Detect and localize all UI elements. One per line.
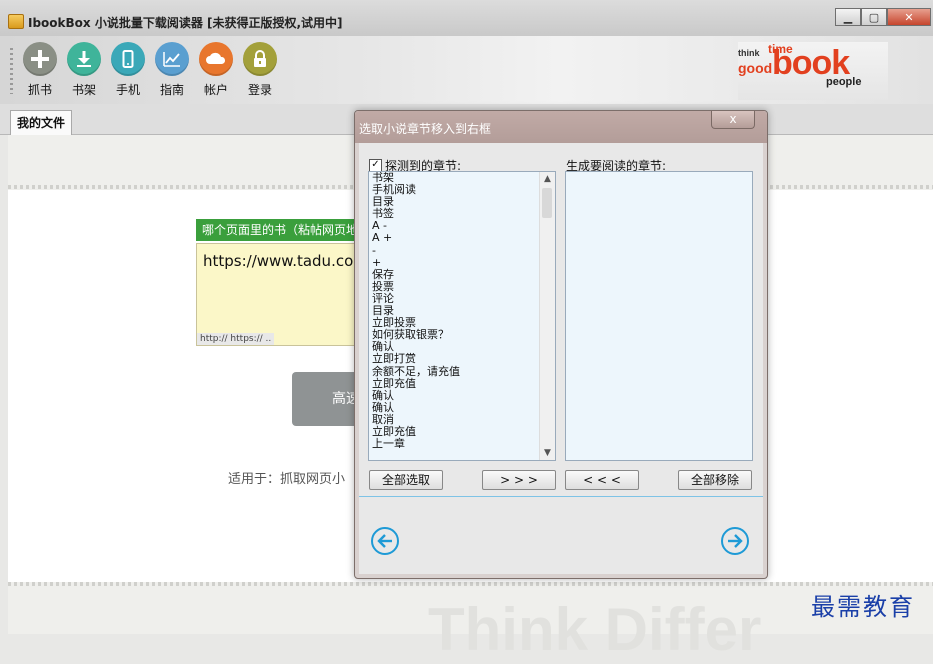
account-button[interactable]: 帐户 xyxy=(196,42,236,98)
cloud-icon xyxy=(199,42,233,76)
minimize-button[interactable]: ▁ xyxy=(835,8,861,26)
app-box-icon xyxy=(8,14,24,29)
chapter-list-item[interactable]: 评论 xyxy=(372,292,555,305)
book-word-cloud-logo: time good think book people xyxy=(738,42,888,100)
move-left-button[interactable]: < < < xyxy=(565,470,639,490)
chapter-list-item[interactable]: 书签 xyxy=(372,208,555,220)
detected-chapters-list[interactable]: 书架 手机阅读 目录 书签 A -A + - + 保存 投票 评论 目录 立即投票 如何获取银票？ 确认立… xyxy=(368,171,556,461)
chapter-list-item[interactable]: 确认 xyxy=(372,401,555,414)
chapter-list-item[interactable]: 如何获取银票？ xyxy=(372,329,555,341)
chapter-list-item[interactable]: 手机阅读 xyxy=(372,183,555,196)
next-arrow-icon[interactable] xyxy=(721,527,749,555)
dotted-divider xyxy=(8,582,933,586)
chapter-list-item[interactable]: 余额不足，请充值 xyxy=(372,365,555,378)
chapter-select-dialog: 选取小说章节移入到右框 x ✓ 探测到的章节: 生成要阅读的章节: 书架 手机阅读… xyxy=(354,110,768,579)
chapter-list-item[interactable]: 目录 xyxy=(372,196,555,208)
dialog-body: ✓ 探测到的章节: 生成要阅读的章节: 书架 手机阅读 目录 书签 A -A + - + 保存… xyxy=(359,143,763,574)
login-button[interactable]: 登录 xyxy=(240,42,280,98)
toolbar-label: 指南 xyxy=(159,83,184,97)
scroll-up-icon[interactable]: ▲ xyxy=(540,172,555,186)
chapter-list-item[interactable]: 立即充值 xyxy=(372,377,555,390)
dialog-title-bar: 选取小说章节移入到右框 x xyxy=(355,111,767,143)
scroll-thumb[interactable] xyxy=(542,188,552,218)
dialog-close-button[interactable]: x xyxy=(711,111,755,129)
chapter-list-item[interactable]: 投票 xyxy=(372,280,555,293)
target-chapters-list[interactable] xyxy=(565,171,753,461)
chapter-list-item[interactable]: A + xyxy=(372,232,555,244)
toolbar-label: 登录 xyxy=(247,83,272,97)
select-all-button[interactable]: 全部选取 xyxy=(369,470,443,490)
chapter-list-item[interactable]: 保存 xyxy=(372,268,555,281)
guide-button[interactable]: 指南 xyxy=(152,42,192,98)
toolbar-label: 抓书 xyxy=(27,83,52,97)
toolbar-label: 书架 xyxy=(71,83,96,97)
brand-watermark: 最需教育 xyxy=(811,593,915,621)
toolbar-label: 手机 xyxy=(115,83,140,97)
scroll-down-icon[interactable]: ▼ xyxy=(540,446,555,460)
grab-book-button[interactable]: 抓书 xyxy=(20,42,60,98)
tab-my-files[interactable]: 我的文件 xyxy=(10,110,73,135)
back-arrow-icon[interactable] xyxy=(371,527,399,555)
chapter-list-item[interactable]: + xyxy=(372,256,555,269)
phone-button[interactable]: 手机 xyxy=(108,42,148,98)
toolbar-grip xyxy=(10,48,13,94)
chapter-list: 书架 手机阅读 目录 书签 A -A + - + 保存 投票 评论 目录 立即投票 如何获取银票？ 确认立… xyxy=(369,172,555,450)
dialog-title: 选取小说章节移入到右框 xyxy=(359,122,492,136)
url-label: 哪个页面里的书（粘帖网页地址 xyxy=(196,219,372,241)
bookshelf-button[interactable]: 书架 xyxy=(64,42,104,98)
maximize-button[interactable]: ▢ xyxy=(861,8,887,26)
url-input[interactable]: https://www.tadu.com/ http:// https:// .… xyxy=(196,243,373,346)
chapter-list-item[interactable]: 立即打赏 xyxy=(372,353,555,365)
plus-icon xyxy=(23,42,57,76)
chart-icon xyxy=(155,42,189,76)
applies-text: 适用于：抓取网页小 xyxy=(228,472,346,487)
remove-all-button[interactable]: 全部移除 xyxy=(678,470,752,490)
lock-icon xyxy=(243,42,277,76)
url-value: https://www.tadu.com/ xyxy=(203,252,373,270)
watermark-text: Think Differ xyxy=(428,596,762,663)
dialog-divider xyxy=(359,496,763,497)
scrollbar[interactable]: ▲ ▼ xyxy=(539,172,555,460)
chapter-list-item[interactable]: - xyxy=(372,244,555,257)
phone-icon xyxy=(111,42,145,76)
download-icon xyxy=(67,42,101,76)
chapter-list-item[interactable]: 上一章 xyxy=(372,437,555,450)
title-bar: IbookBox 小说批量下载阅读器 [未获得正版授权,试用中] ▁ ▢ ✕ xyxy=(0,0,933,36)
toolbar-label: 帐户 xyxy=(203,83,228,97)
move-right-button[interactable]: > > > xyxy=(482,470,556,490)
window-title: IbookBox 小说批量下载阅读器 [未获得正版授权,试用中] xyxy=(28,16,343,30)
close-button[interactable]: ✕ xyxy=(887,8,931,26)
toolbar: 抓书 书架 手机 指南 帐户 登录 time good think book p… xyxy=(0,36,933,104)
url-hint: http:// https:// .. xyxy=(197,333,275,345)
window-controls: ▁ ▢ ✕ xyxy=(835,8,931,26)
chapter-list-item[interactable]: 确认 xyxy=(372,389,555,402)
chapter-list-item[interactable]: A - xyxy=(372,220,555,232)
